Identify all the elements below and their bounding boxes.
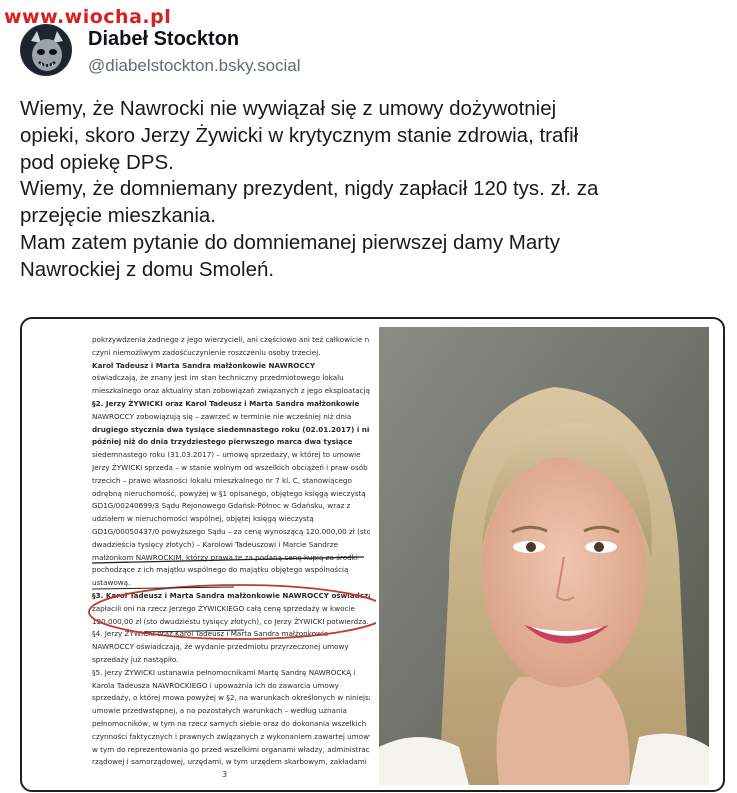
post-line: Wiemy, że Nawrocki nie wywiązał się z um… (20, 97, 557, 120)
document-page-number: 3 (222, 770, 228, 779)
post-line: przejęcie mieszkania. (20, 204, 216, 228)
post-body: Wiemy, że Nawrocki nie wywiązał się z um… (20, 96, 720, 284)
post-line: Nawrockiej z domu Smoleń. (20, 257, 275, 281)
strikethrough-mark (91, 556, 365, 633)
woman-portrait-photo[interactable] (379, 327, 709, 785)
avatar[interactable] (20, 24, 72, 76)
devil-mask-avatar-icon (21, 25, 71, 75)
post-line: Mam zatem pytanie do domniemanej pierwsz… (20, 230, 561, 254)
portrait-illustration (379, 327, 709, 785)
post-line: Wiemy, że domniemany prezydent, nigdy za… (20, 177, 599, 201)
author-handle[interactable]: @diabelstockton.bsky.social (88, 56, 301, 76)
contract-document-image[interactable]: pokrzywdzenia żadnego z jego wierzycieli… (34, 327, 376, 785)
site-watermark: www.wiocha.pl (4, 6, 172, 28)
post-media[interactable]: pokrzywdzenia żadnego z jego wierzycieli… (20, 317, 725, 792)
post-line: pod opiekę DPS. (20, 150, 174, 174)
post-line: opieki, skoro Jerzy Żywicki w krytycznym… (20, 123, 579, 147)
author-name[interactable]: Diabeł Stockton (88, 28, 239, 51)
